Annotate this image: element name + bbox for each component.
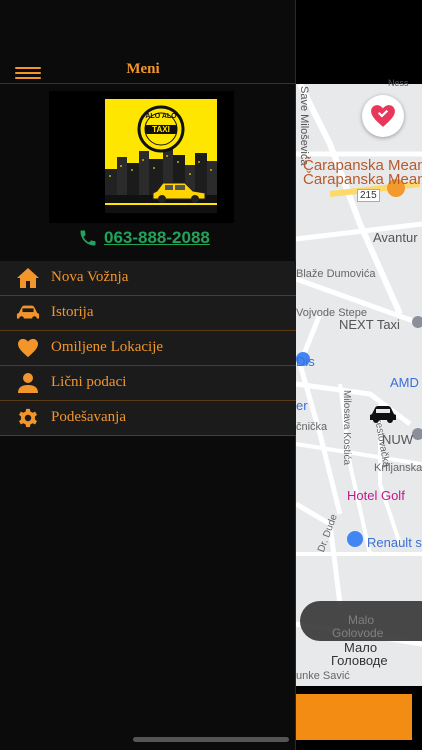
side-drawer: Meni ALO ALO TAXI 063-888-2088 Nova Vožn… <box>0 0 296 750</box>
favorite-location-button[interactable] <box>362 95 404 137</box>
heart-icon <box>16 337 40 359</box>
map-label-avantura: Avantur <box>373 230 418 245</box>
car-icon <box>16 302 40 324</box>
order-taxi-button[interactable] <box>296 694 412 740</box>
user-icon <box>16 372 40 394</box>
taxi-logo: ALO ALO TAXI <box>105 99 217 213</box>
pill-text-malo: Malo <box>348 613 375 627</box>
drawer-menu-list: Nova Vožnja Istorija Omiljene Lokacije L… <box>0 261 296 436</box>
map-label-hotel-golf: Hotel Golf <box>347 488 405 503</box>
menu-item-label: Podešavanja <box>51 409 126 425</box>
map-label-savic: unke Savić <box>296 670 350 682</box>
drawer-header: Meni <box>0 55 296 85</box>
home-icon <box>16 267 40 289</box>
home-indicator[interactable] <box>133 737 289 742</box>
header-divider <box>0 83 296 84</box>
call-phone-link[interactable]: 063-888-2088 <box>78 227 210 249</box>
heart-icon <box>371 105 395 127</box>
destination-pill[interactable]: Malo Golovode <box>300 601 422 641</box>
menu-item-podesavanja[interactable]: Podešavanja <box>0 401 296 436</box>
map-label-amd: AMD <box>390 375 419 390</box>
map-label-renault: Renault s <box>367 535 422 550</box>
map-label-next-taxi: NEXT Taxi <box>339 317 400 332</box>
logo-ring-text: ALO ALO <box>145 113 177 120</box>
gear-icon <box>16 407 40 429</box>
pill-text-golovode: Golovode <box>332 626 384 640</box>
car-icon <box>370 406 396 423</box>
taxi-car-marker <box>368 404 398 429</box>
menu-item-istorija[interactable]: Istorija <box>0 296 296 331</box>
map-label-ness: Ness <box>388 78 409 88</box>
map-label-krfljanska: Krfljanska <box>374 462 422 474</box>
phone-number[interactable]: 063-888-2088 <box>104 228 210 248</box>
map-label-micka: čnička <box>296 421 328 433</box>
phone-icon <box>80 230 96 246</box>
menu-item-label: Omiljene Lokacije <box>51 339 164 355</box>
menu-item-nova-voznja[interactable]: Nova Vožnja <box>0 261 296 296</box>
map-label-dis: Dis <box>296 354 315 369</box>
drawer-title: Meni <box>126 61 160 77</box>
map-label-dumovica: Blaže Dumovića <box>296 268 376 280</box>
map-label-er: er <box>296 398 308 413</box>
map-label-kostica: Milosava Kostića <box>341 390 352 466</box>
logo-container: ALO ALO TAXI <box>49 91 234 223</box>
map-label-sava: Save Miloševića <box>298 86 310 166</box>
map-label-caripanska-2: Čarapanska Meana <box>303 171 422 188</box>
menu-item-omiljene-lokacije[interactable]: Omiljene Lokacije <box>0 331 296 366</box>
map-label-road-215: 215 <box>357 189 380 202</box>
menu-item-licni-podaci[interactable]: Lični podaci <box>0 366 296 401</box>
menu-item-label: Istorija <box>51 304 94 320</box>
map-label-golovode-cyr: Головоде <box>331 653 388 668</box>
menu-item-label: Nova Vožnja <box>51 269 129 285</box>
logo-taxi-text: TAXI <box>152 125 170 134</box>
map-label-nuw: NUW <box>382 432 414 447</box>
menu-item-label: Lični podaci <box>51 374 127 390</box>
